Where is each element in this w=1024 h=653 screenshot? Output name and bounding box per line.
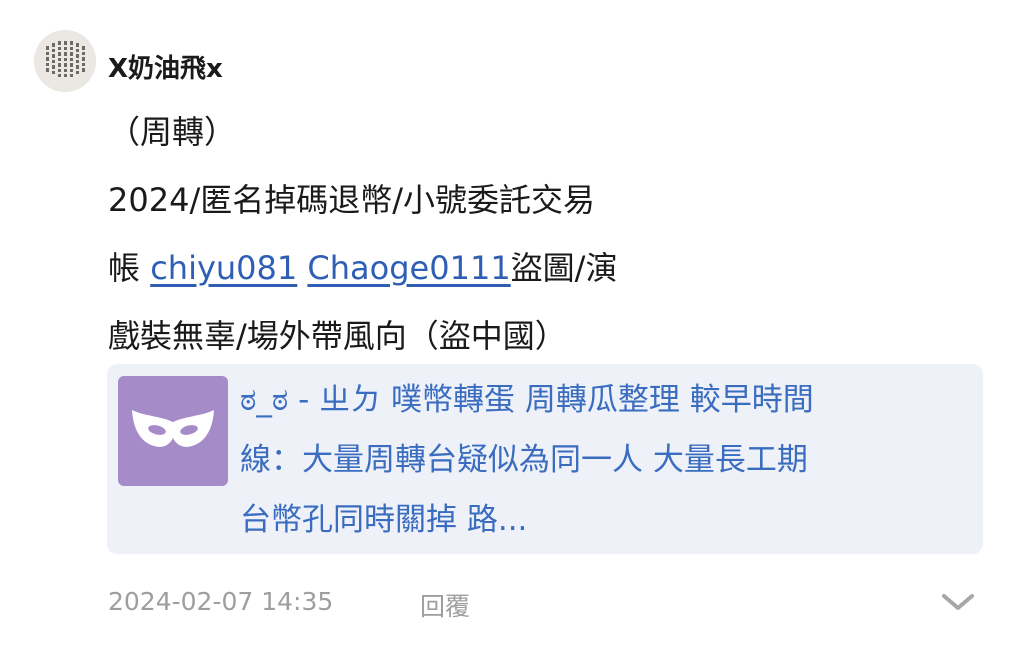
body-line-3-suffix: 盜圖/演 xyxy=(510,249,618,287)
avatar[interactable] xyxy=(34,30,96,92)
chevron-down-icon[interactable] xyxy=(938,588,978,616)
link-preview-thumbnail xyxy=(118,376,228,486)
timestamp: 2024-02-07 14:35 xyxy=(108,587,334,616)
mention-link-chaoge0111[interactable]: Chaoge0111 xyxy=(307,249,510,287)
avatar-calligraphy-icon xyxy=(34,30,96,92)
body-line-3: 帳 chiyu081 Chaoge0111盜圖/演 xyxy=(108,234,808,302)
body-line-2: 2024/匿名掉碼退幣/小號委託交易 xyxy=(108,181,596,219)
link-preview-card[interactable]: ಠ_ಠ - ㄓㄉ 噗幣轉蛋 周轉瓜整理 較早時間 線：大量周轉台疑似為同一人 大… xyxy=(107,364,983,554)
body-line-3-prefix: 帳 xyxy=(108,249,151,287)
comment-body: （周轉） 2024/匿名掉碼退幣/小號委託交易 帳 chiyu081 Chaog… xyxy=(108,98,808,370)
body-line-4: 戲裝無辜/場外帶風向（盜中國） xyxy=(108,317,567,355)
comment-item: X奶油飛x （周轉） 2024/匿名掉碼退幣/小號委託交易 帳 chiyu081… xyxy=(0,0,1024,653)
body-line-3-spacer xyxy=(297,249,307,287)
link-preview-line-2: 線：大量周轉台疑似為同一人 大量長工期 xyxy=(240,442,808,478)
body-line-1: （周轉） xyxy=(108,113,237,151)
link-preview-text: ಠ_ಠ - ㄓㄉ 噗幣轉蛋 周轉瓜整理 較早時間 線：大量周轉台疑似為同一人 大… xyxy=(240,370,970,550)
mention-link-chiyu081[interactable]: chiyu081 xyxy=(150,249,297,287)
reply-button[interactable]: 回覆 xyxy=(420,587,470,623)
link-preview-line-1: ಠ_ಠ - ㄓㄉ 噗幣轉蛋 周轉瓜整理 較早時間 xyxy=(240,382,814,418)
mask-icon xyxy=(118,376,228,486)
username[interactable]: X奶油飛x xyxy=(108,48,223,85)
link-preview-line-3: 台幣孔同時關掉 路... xyxy=(240,502,528,538)
